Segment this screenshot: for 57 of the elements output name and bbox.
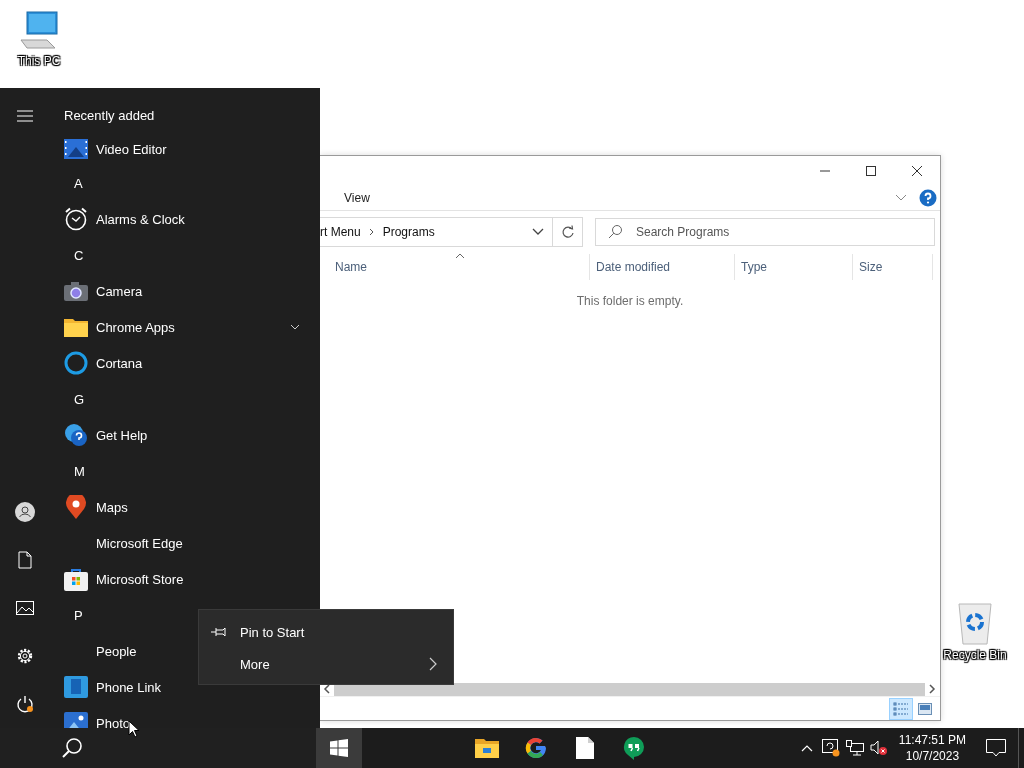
app-list-item[interactable]: Get Help	[50, 417, 300, 453]
shopping-bag-icon	[64, 567, 88, 591]
image-icon	[918, 702, 932, 715]
search-icon	[607, 224, 623, 240]
scroll-right-icon[interactable]	[928, 684, 936, 694]
chevron-right-icon	[429, 657, 437, 671]
recycle-bin-icon[interactable]	[955, 602, 995, 646]
refresh-button[interactable]	[553, 217, 583, 247]
app-list-item[interactable]: Camera	[50, 273, 300, 309]
help-icon[interactable]	[919, 189, 937, 207]
search-icon[interactable]	[61, 737, 83, 759]
refresh-icon	[560, 225, 575, 239]
chevron-down-icon[interactable]	[290, 324, 300, 330]
empty-folder-message: This folder is empty.	[576, 294, 684, 310]
menu-item[interactable]: Pin to Start	[199, 616, 453, 648]
maximize-icon[interactable]	[865, 165, 877, 177]
address-bar[interactable]: rt Menu Programs	[320, 217, 553, 247]
desktop-icon-label[interactable]: This PC	[17, 54, 61, 68]
photos-icon	[64, 712, 88, 728]
section-letter[interactable]: P	[50, 607, 83, 623]
section-letter[interactable]: G	[50, 391, 85, 407]
app-list-item[interactable]: Cortana	[50, 345, 300, 381]
map-pin-icon	[65, 495, 87, 519]
app-list-item[interactable]: Microsoft Edge	[50, 525, 300, 561]
mouse-cursor	[128, 720, 140, 738]
app-list-item[interactable]: Video Editor	[50, 133, 300, 165]
app-list-item[interactable]: Microsoft Store	[50, 561, 300, 597]
scrollbar-thumb[interactable]	[334, 682, 925, 696]
section-heading[interactable]: Recently added	[50, 107, 155, 123]
app-list-item[interactable]: Chrome Apps	[50, 309, 300, 345]
desktop-icon-label[interactable]: Recycle Bin	[943, 648, 1007, 662]
section-letter[interactable]: A	[50, 175, 83, 191]
close-icon[interactable]	[911, 165, 923, 177]
app-list-item[interactable]: Alarms & Clock	[50, 201, 300, 237]
help-bubble-icon	[64, 423, 88, 447]
camera-icon	[64, 281, 88, 301]
column-header[interactable]: Date modified	[590, 254, 735, 280]
windows-logo-icon	[330, 739, 348, 757]
app-list-item[interactable]: Maps	[50, 489, 300, 525]
ring-icon	[64, 351, 88, 375]
start-button[interactable]	[316, 728, 362, 768]
ribbon-tab[interactable]: View	[344, 189, 370, 207]
clock[interactable]: 11:47:51 PM 10/7/2023	[890, 732, 974, 764]
folder-icon	[64, 317, 88, 337]
section-letter[interactable]: C	[50, 247, 84, 263]
details-list-icon	[893, 701, 909, 716]
pin-icon	[211, 627, 229, 637]
column-header[interactable]: Type	[735, 254, 853, 280]
video-icon	[64, 139, 88, 159]
details-view-button[interactable]	[889, 697, 913, 720]
clock-icon	[64, 207, 88, 231]
computer-icon[interactable]	[17, 10, 61, 52]
section-letter[interactable]: M	[50, 463, 85, 479]
phone-icon	[64, 676, 88, 698]
scroll-left-icon[interactable]	[323, 684, 331, 694]
search-field[interactable]: Search Programs	[595, 218, 935, 246]
column-header[interactable]: Size	[853, 254, 933, 280]
